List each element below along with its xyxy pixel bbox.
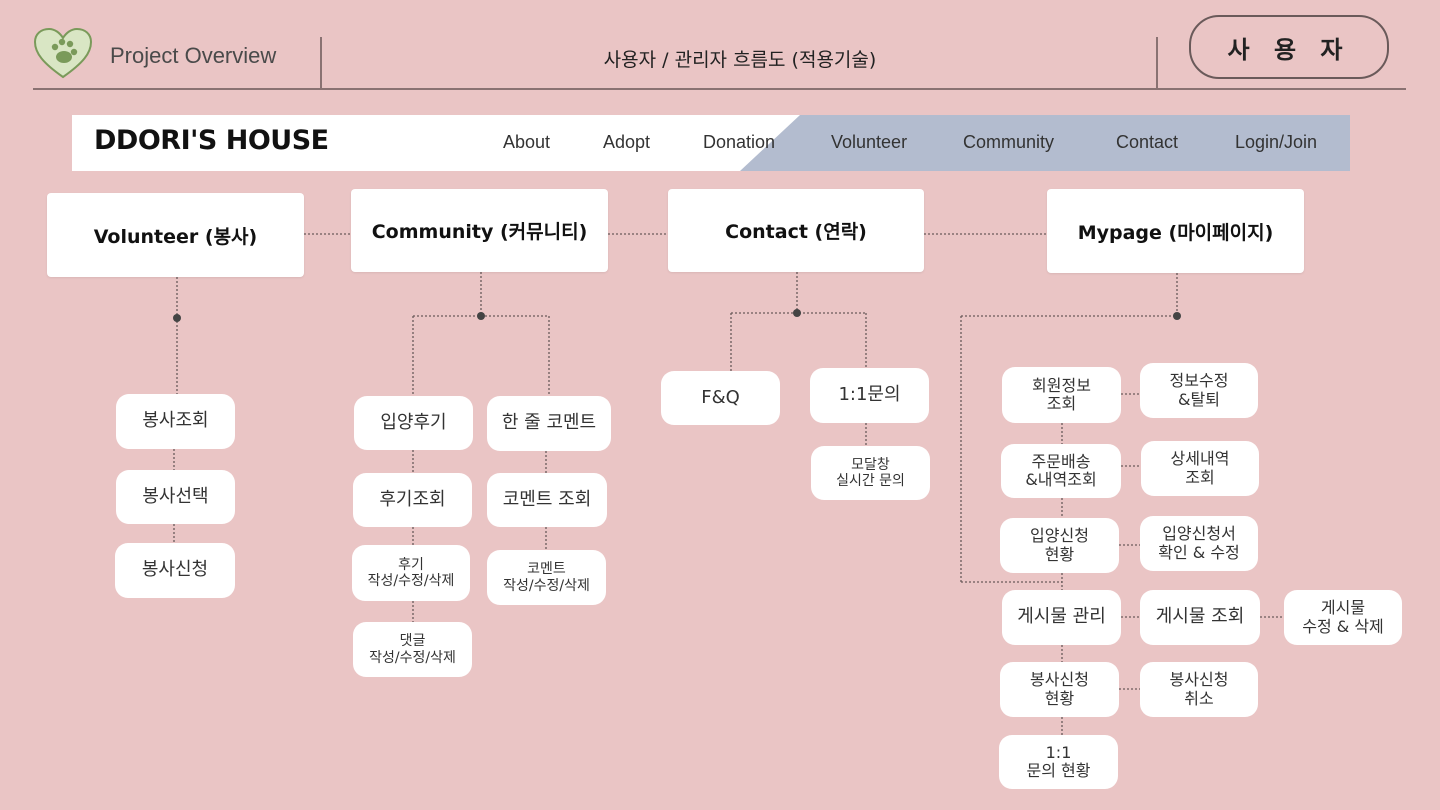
node-review-comment-crud: 댓글 작성/수정/삭제 bbox=[353, 622, 472, 677]
node-post-manage: 게시물 관리 bbox=[1002, 590, 1121, 645]
node-review-list: 후기조회 bbox=[353, 473, 472, 527]
junction-dot bbox=[173, 314, 181, 322]
node-comment-list: 코멘트 조회 bbox=[487, 473, 607, 527]
node-adoption-status: 입양신청 현황 bbox=[1000, 518, 1119, 573]
section-contact: Contact (연락) bbox=[668, 189, 924, 272]
node-volunteer-status: 봉사신청 현황 bbox=[1000, 662, 1119, 717]
node-one-line-comment: 한 줄 코멘트 bbox=[487, 396, 611, 451]
node-volunteer-search: 봉사조회 bbox=[116, 394, 235, 449]
node-adoption-review: 입양후기 bbox=[354, 396, 473, 450]
node-inquiry: 1:1문의 bbox=[810, 368, 929, 423]
node-post-list: 게시물 조회 bbox=[1140, 590, 1260, 645]
node-volunteer-cancel: 봉사신청 취소 bbox=[1140, 662, 1258, 717]
node-faq: F&Q bbox=[661, 371, 780, 425]
node-inquiry-status: 1:1 문의 현황 bbox=[999, 735, 1118, 789]
node-order-history: 주문배송 &내역조회 bbox=[1001, 444, 1121, 498]
node-comment-crud: 코멘트 작성/수정/삭제 bbox=[487, 550, 606, 605]
node-volunteer-select: 봉사선택 bbox=[116, 470, 235, 524]
node-post-edit: 게시물 수정 & 삭제 bbox=[1284, 590, 1402, 645]
section-volunteer: Volunteer (봉사) bbox=[47, 193, 304, 277]
node-order-detail: 상세내역 조회 bbox=[1141, 441, 1259, 496]
node-member-edit: 정보수정 &탈퇴 bbox=[1140, 363, 1258, 418]
node-volunteer-apply: 봉사신청 bbox=[115, 543, 235, 598]
node-member-info: 회원정보 조회 bbox=[1002, 367, 1121, 423]
section-community: Community (커뮤니티) bbox=[351, 189, 608, 272]
junction-dot bbox=[1173, 312, 1181, 320]
junction-dot bbox=[477, 312, 485, 320]
section-mypage: Mypage (마이페이지) bbox=[1047, 189, 1304, 273]
node-inquiry-modal: 모달창 실시간 문의 bbox=[811, 446, 930, 500]
node-adoption-form: 입양신청서 확인 & 수정 bbox=[1140, 516, 1258, 571]
junction-dot bbox=[793, 309, 801, 317]
node-review-crud: 후기 작성/수정/삭제 bbox=[352, 545, 470, 601]
